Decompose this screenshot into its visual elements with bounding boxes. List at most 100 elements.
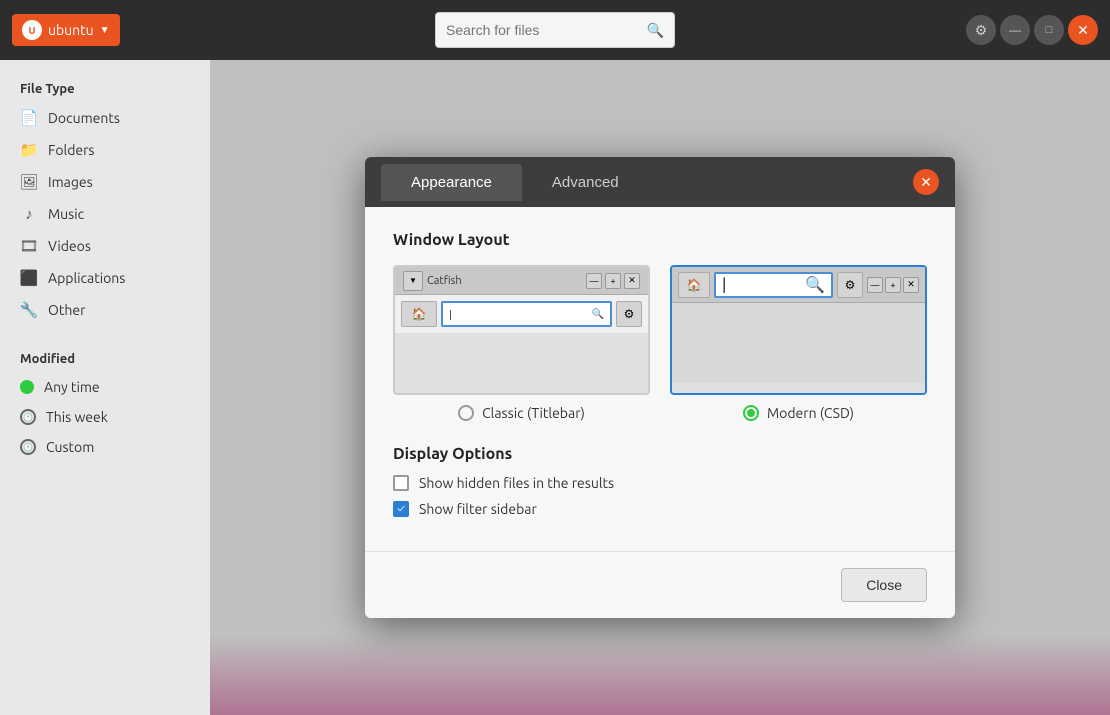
custom-clock-icon: 🕐 bbox=[20, 439, 36, 455]
modern-radio-row[interactable]: Modern (CSD) bbox=[743, 405, 854, 421]
ubuntu-icon: U bbox=[22, 20, 42, 40]
topbar: U ubuntu ▼ 🔍 ⚙ — □ ✕ bbox=[0, 0, 1110, 60]
main-content: File Type 📄 Documents 📁 Folders 🖼 Images… bbox=[0, 60, 1110, 715]
music-label: Music bbox=[48, 206, 84, 222]
modern-search-box: | 🔍 bbox=[714, 272, 833, 298]
dialog-body: Window Layout ▼ Catfish — bbox=[365, 207, 955, 551]
preferences-dialog: Appearance Advanced ✕ Window Layout ▼ bbox=[365, 157, 955, 618]
classic-body: 🏠 | 🔍 ⚙ bbox=[395, 295, 648, 333]
search-bar[interactable]: 🔍 bbox=[435, 12, 675, 48]
topbar-left: U ubuntu ▼ bbox=[12, 14, 120, 46]
documents-icon: 📄 bbox=[20, 109, 38, 127]
folders-icon: 📁 bbox=[20, 141, 38, 159]
videos-label: Videos bbox=[48, 238, 91, 254]
hidden-files-label: Show hidden files in the results bbox=[419, 475, 614, 491]
dialog-close-button[interactable]: ✕ bbox=[913, 169, 939, 195]
tab-advanced[interactable]: Advanced bbox=[522, 164, 649, 201]
maximize-button[interactable]: □ bbox=[1034, 15, 1064, 45]
right-area: Appearance Advanced ✕ Window Layout ▼ bbox=[210, 60, 1110, 715]
anytime-radio-icon bbox=[20, 380, 34, 394]
close-window-button[interactable]: ✕ bbox=[1068, 15, 1098, 45]
custom-label: Custom bbox=[46, 439, 94, 455]
hidden-files-checkbox[interactable] bbox=[393, 475, 409, 491]
window-layout-heading: Window Layout bbox=[393, 231, 927, 249]
classic-label: Classic (Titlebar) bbox=[482, 405, 585, 421]
thisweek-clock-icon: 🕐 bbox=[20, 409, 36, 425]
modern-home-icon: 🏠 bbox=[678, 272, 710, 298]
sidebar-item-custom[interactable]: 🕐 Custom bbox=[0, 432, 210, 462]
sidebar-item-applications[interactable]: ⬛ Applications bbox=[0, 262, 210, 294]
settings-button[interactable]: ⚙ bbox=[966, 15, 996, 45]
sidebar-item-other[interactable]: 🔧 Other bbox=[0, 294, 210, 326]
classic-menu-btn: ▼ bbox=[403, 271, 423, 291]
images-label: Images bbox=[48, 174, 93, 190]
modern-search-icon: 🔍 bbox=[805, 275, 825, 294]
documents-label: Documents bbox=[48, 110, 120, 126]
modern-gear-icon: ⚙ bbox=[837, 272, 863, 298]
classic-layout-option[interactable]: ▼ Catfish — + ✕ 🏠 bbox=[393, 265, 650, 421]
images-icon: 🖼 bbox=[20, 173, 38, 191]
classic-search-icon: 🔍 bbox=[592, 308, 604, 320]
music-icon: ♪ bbox=[20, 205, 38, 223]
classic-search-field: | 🔍 bbox=[441, 301, 612, 327]
search-icon: 🔍 bbox=[647, 22, 664, 39]
tab-appearance[interactable]: Appearance bbox=[381, 164, 522, 201]
modern-cursor: | bbox=[722, 276, 726, 294]
topbar-right: ⚙ — □ ✕ bbox=[966, 15, 1098, 45]
filter-sidebar-checkbox[interactable] bbox=[393, 501, 409, 517]
modern-radio[interactable] bbox=[743, 405, 759, 421]
sidebar-item-folders[interactable]: 📁 Folders bbox=[0, 134, 210, 166]
modern-body bbox=[672, 303, 925, 383]
applications-icon: ⬛ bbox=[20, 269, 38, 287]
classic-titlebar: ▼ Catfish — + ✕ bbox=[395, 267, 648, 295]
classic-home-icon: 🏠 bbox=[401, 301, 437, 327]
ubuntu-menu-button[interactable]: U ubuntu ▼ bbox=[12, 14, 120, 46]
layout-options: ▼ Catfish — + ✕ 🏠 bbox=[393, 265, 927, 421]
modified-heading: Modified bbox=[0, 346, 210, 372]
classic-win-controls: — + ✕ bbox=[586, 273, 640, 289]
classic-cursor: | bbox=[449, 309, 452, 320]
anytime-label: Any time bbox=[44, 379, 100, 395]
thisweek-label: This week bbox=[46, 409, 108, 425]
filter-sidebar-row[interactable]: Show filter sidebar bbox=[393, 501, 927, 517]
modern-win-controls: — + ✕ bbox=[867, 277, 919, 293]
classic-minimize-icon: — bbox=[586, 273, 602, 289]
modern-label: Modern (CSD) bbox=[767, 405, 854, 421]
dialog-footer: Close bbox=[365, 551, 955, 618]
modern-layout-option[interactable]: 🏠 | 🔍 ⚙ — + ✕ bbox=[670, 265, 927, 421]
classic-title: Catfish bbox=[427, 275, 462, 287]
bottom-gradient bbox=[210, 635, 1110, 715]
sidebar-item-images[interactable]: 🖼 Images bbox=[0, 166, 210, 198]
modern-minimize-icon: — bbox=[867, 277, 883, 293]
chevron-down-icon: ▼ bbox=[100, 24, 110, 36]
filter-sidebar-label: Show filter sidebar bbox=[419, 501, 537, 517]
display-options-heading: Display Options bbox=[393, 445, 927, 463]
modern-preview: 🏠 | 🔍 ⚙ — + ✕ bbox=[670, 265, 927, 395]
file-type-heading: File Type bbox=[0, 76, 210, 102]
classic-radio[interactable] bbox=[458, 405, 474, 421]
sidebar-divider bbox=[0, 326, 210, 338]
sidebar-item-music[interactable]: ♪ Music bbox=[0, 198, 210, 230]
search-input[interactable] bbox=[446, 22, 639, 38]
sidebar-item-thisweek[interactable]: 🕐 This week bbox=[0, 402, 210, 432]
sidebar: File Type 📄 Documents 📁 Folders 🖼 Images… bbox=[0, 60, 210, 715]
modern-close-icon: ✕ bbox=[903, 277, 919, 293]
sidebar-item-anytime[interactable]: Any time bbox=[0, 372, 210, 402]
sidebar-item-documents[interactable]: 📄 Documents bbox=[0, 102, 210, 134]
applications-label: Applications bbox=[48, 270, 125, 286]
hidden-files-row[interactable]: Show hidden files in the results bbox=[393, 475, 927, 491]
classic-radio-row[interactable]: Classic (Titlebar) bbox=[458, 405, 585, 421]
ubuntu-label: ubuntu bbox=[48, 22, 94, 38]
folders-label: Folders bbox=[48, 142, 95, 158]
classic-maximize-icon: + bbox=[605, 273, 621, 289]
classic-gear-icon: ⚙ bbox=[616, 301, 642, 327]
display-options-section: Display Options Show hidden files in the… bbox=[393, 445, 927, 517]
videos-icon: 🎞 bbox=[20, 237, 38, 255]
dialog-tabs: Appearance Advanced bbox=[381, 164, 649, 201]
minimize-button[interactable]: — bbox=[1000, 15, 1030, 45]
close-dialog-button[interactable]: Close bbox=[841, 568, 927, 602]
classic-close-icon: ✕ bbox=[624, 273, 640, 289]
modern-header: 🏠 | 🔍 ⚙ — + ✕ bbox=[672, 267, 925, 303]
sidebar-item-videos[interactable]: 🎞 Videos bbox=[0, 230, 210, 262]
modern-maximize-icon: + bbox=[885, 277, 901, 293]
